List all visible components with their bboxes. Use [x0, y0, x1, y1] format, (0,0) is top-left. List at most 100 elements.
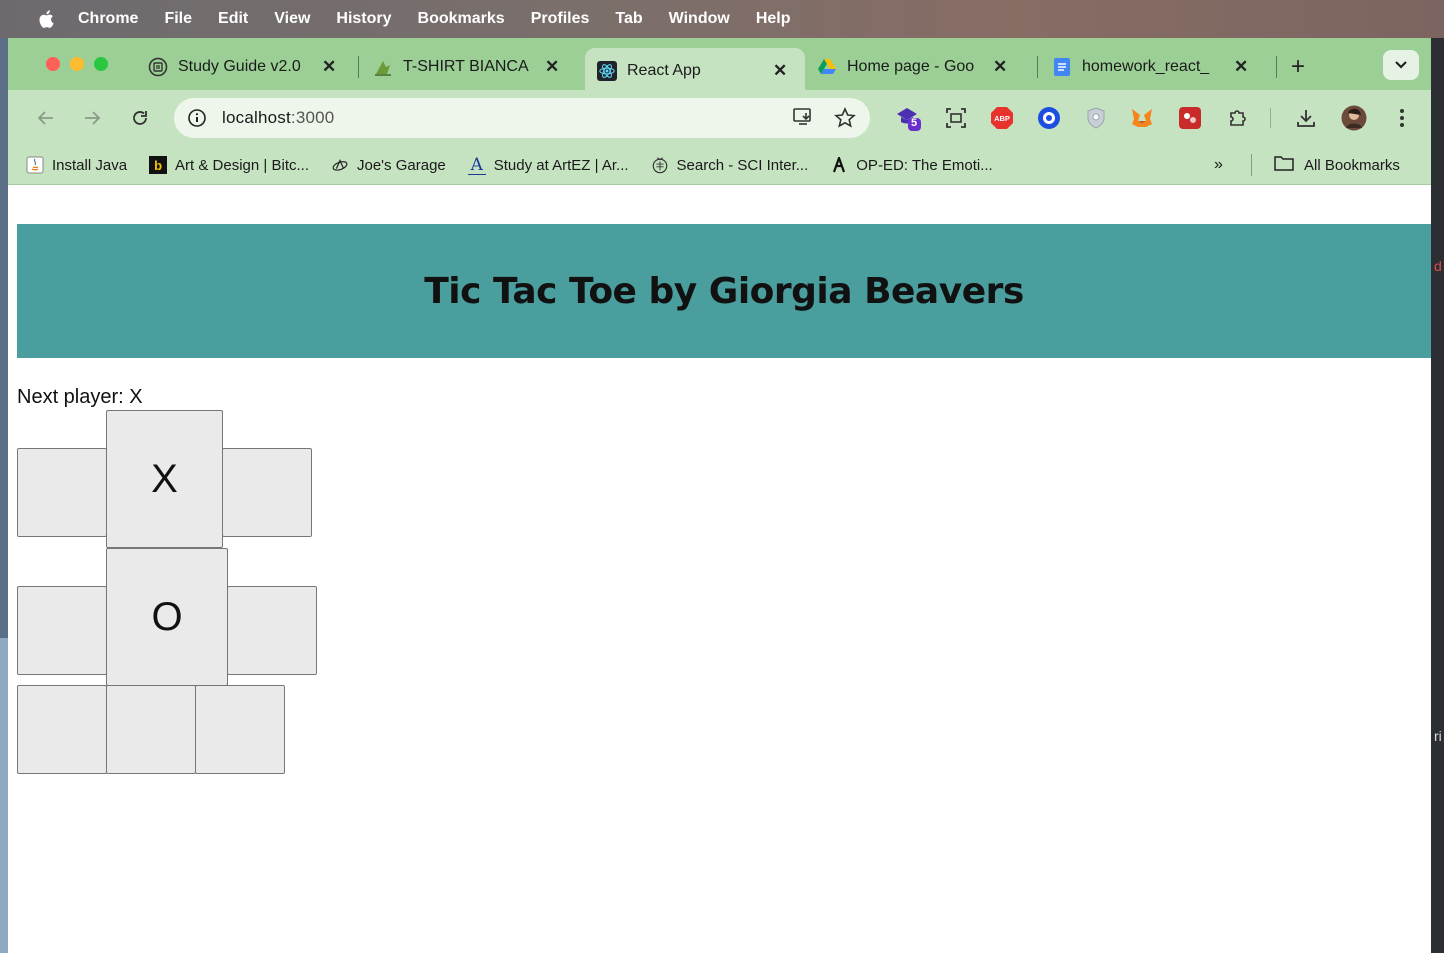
new-tab-button[interactable]: + [1291, 53, 1305, 81]
tab-title: homework_react_ [1082, 58, 1210, 75]
page-content: Tic Tac Toe by Giorgia Beavers Next play… [8, 185, 1431, 953]
bookmark-sci-search[interactable]: Search - SCI Inter... [651, 156, 808, 174]
screenshot-icon[interactable] [942, 104, 970, 132]
adblock-plus-icon[interactable]: ABP [988, 104, 1016, 132]
bookmark-label: Joe's Garage [357, 156, 446, 174]
tab-title: Home page - Goo [847, 58, 975, 75]
menu-help[interactable]: Help [756, 10, 791, 28]
macos-menubar: Chrome File Edit View History Bookmarks … [0, 0, 1444, 38]
menu-profiles[interactable]: Profiles [531, 10, 590, 28]
study-guide-icon [148, 57, 168, 77]
url-host: localhost [222, 108, 291, 127]
red-extension-icon[interactable] [1176, 104, 1204, 132]
desktop-background-left [0, 38, 8, 953]
close-tab-icon[interactable]: ✕ [322, 57, 336, 77]
tab-search-button[interactable] [1383, 50, 1419, 80]
tab-title: T-SHIRT BIANCA [403, 58, 529, 75]
site-info-icon[interactable] [186, 107, 208, 129]
reload-button[interactable] [126, 104, 154, 132]
tab-divider [1276, 56, 1277, 78]
apple-icon[interactable] [34, 8, 60, 30]
all-bookmarks-button[interactable]: All Bookmarks [1274, 155, 1400, 175]
all-bookmarks-label: All Bookmarks [1304, 156, 1400, 174]
extension-badge-count: 5 [911, 117, 918, 129]
chevron-down-icon [1395, 61, 1407, 69]
arrow-left-icon [37, 111, 53, 125]
tabs: Study Guide v2.0 ✕ T-SHIRT BIANCA ✕ Reac… [136, 44, 1305, 94]
browser-window: Study Guide v2.0 ✕ T-SHIRT BIANCA ✕ Reac… [8, 38, 1431, 953]
board-square-4[interactable]: O [106, 548, 228, 686]
menu-edit[interactable]: Edit [218, 10, 248, 28]
more-bookmarks-button[interactable]: » [1214, 156, 1223, 174]
board-square-5[interactable] [227, 586, 317, 675]
bookmark-install-java[interactable]: Install Java [26, 156, 127, 174]
minimize-window-button[interactable] [70, 57, 84, 71]
board-square-8[interactable] [195, 685, 285, 774]
tab-home-page[interactable]: Home page - Goo ✕ [805, 48, 1035, 86]
profile-avatar[interactable] [1340, 104, 1368, 132]
tab-tshirt[interactable]: T-SHIRT BIANCA ✕ [361, 48, 585, 86]
board-square-6[interactable] [17, 685, 107, 774]
bookmark-star-icon[interactable] [834, 107, 856, 134]
bookmark-label: Install Java [52, 156, 128, 174]
bookmarks-bar: Install Java b Art & Design | Bitc... Jo… [8, 146, 1431, 185]
circle-extension-icon[interactable] [1035, 104, 1063, 132]
zoom-window-button[interactable] [94, 57, 108, 71]
close-tab-icon[interactable]: ✕ [773, 61, 787, 81]
menu-history[interactable]: History [336, 10, 391, 28]
bookmark-op-ed[interactable]: OP-ED: The Emoti... [830, 156, 993, 174]
java-icon [26, 156, 44, 174]
extension-badge-icon[interactable]: 5 [894, 104, 922, 132]
browser-toolbar: localhost:3000 5 ABP [8, 90, 1431, 146]
react-icon [597, 61, 617, 81]
tab-divider [358, 56, 359, 78]
tab-homework-react[interactable]: homework_react_ ✕ [1040, 48, 1274, 86]
arrow-right-icon [85, 111, 101, 125]
extensions-puzzle-icon[interactable] [1224, 104, 1252, 132]
artez-icon: A [467, 155, 486, 175]
tab-strip: Study Guide v2.0 ✕ T-SHIRT BIANCA ✕ Reac… [8, 38, 1431, 94]
menu-view[interactable]: View [274, 10, 310, 28]
install-app-icon[interactable] [792, 107, 814, 134]
b-icon: b [149, 156, 168, 174]
more-menu-icon[interactable] [1388, 104, 1416, 132]
menu-file[interactable]: File [164, 10, 192, 28]
forward-button[interactable] [78, 104, 106, 132]
board-square-3[interactable] [17, 586, 107, 675]
menu-bookmarks[interactable]: Bookmarks [418, 10, 505, 28]
download-icon[interactable] [1292, 104, 1320, 132]
close-window-button[interactable] [46, 57, 60, 71]
tab-title: React App [627, 62, 701, 79]
close-tab-icon[interactable]: ✕ [1234, 57, 1248, 77]
tshirt-icon [373, 57, 393, 77]
bookmark-label: Study at ArtEZ | Ar... [493, 156, 629, 174]
menu-window[interactable]: Window [669, 10, 730, 28]
bookmark-label: Art & Design | Bitc... [175, 156, 309, 174]
close-tab-icon[interactable]: ✕ [545, 57, 559, 77]
page-title: Tic Tac Toe by Giorgia Beavers [424, 270, 1024, 312]
close-tab-icon[interactable]: ✕ [993, 57, 1007, 77]
bookmark-joes-garage[interactable]: Joe's Garage [331, 156, 446, 174]
bookmark-artez[interactable]: A Study at ArtEZ | Ar... [467, 155, 629, 175]
reload-icon [133, 111, 147, 125]
url-text[interactable]: localhost:3000 [222, 108, 334, 128]
sci-icon [651, 156, 669, 174]
bookmark-art-design[interactable]: b Art & Design | Bitc... [149, 156, 309, 174]
tab-react-app[interactable]: React App ✕ [585, 48, 805, 94]
board-square-0[interactable] [17, 448, 107, 537]
board-square-2[interactable] [222, 448, 312, 537]
app-header: Tic Tac Toe by Giorgia Beavers [17, 224, 1431, 358]
board-square-1[interactable]: X [106, 410, 223, 548]
menu-chrome[interactable]: Chrome [78, 10, 138, 28]
tab-study-guide[interactable]: Study Guide v2.0 ✕ [136, 48, 356, 86]
metamask-icon[interactable] [1128, 104, 1156, 132]
shield-icon[interactable] [1082, 104, 1110, 132]
address-bar[interactable]: localhost:3000 [174, 98, 870, 138]
garage-icon [331, 156, 349, 174]
menu-tab[interactable]: Tab [615, 10, 642, 28]
back-button[interactable] [32, 104, 60, 132]
board-square-7[interactable] [106, 685, 196, 774]
window-controls [46, 57, 108, 71]
a-icon [830, 156, 848, 174]
svg-text:ABP: ABP [994, 114, 1010, 123]
